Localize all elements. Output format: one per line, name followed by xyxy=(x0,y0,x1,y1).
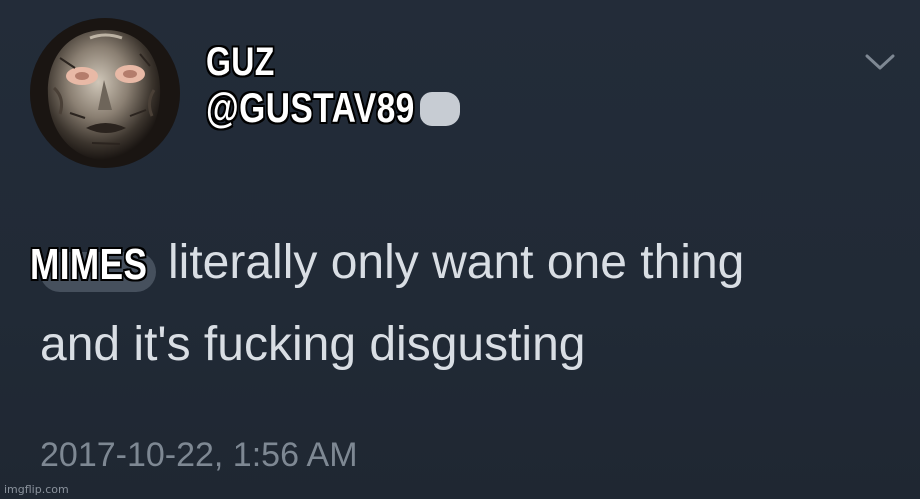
subject-caption: MIMES xyxy=(30,240,148,289)
original-handle-remnant xyxy=(420,92,460,126)
user-handle[interactable]: @GUSTAV89 xyxy=(206,84,415,132)
chevron-down-icon xyxy=(865,54,895,70)
tweet-card: GUZ @GUSTAV89 literally only want one th… xyxy=(0,0,920,499)
display-name[interactable]: GUZ xyxy=(206,40,275,85)
tweet-text-line-2: and it's fucking disgusting xyxy=(40,318,586,371)
tweet-menu-button[interactable] xyxy=(862,48,898,76)
metal-mask-avatar-icon xyxy=(30,18,180,168)
tweet-timestamp[interactable]: 2017-10-22, 1:56 AM xyxy=(40,436,358,475)
watermark: imgflip.com xyxy=(4,483,69,496)
avatar[interactable] xyxy=(30,18,180,168)
tweet-text-line-1: literally only want one thing xyxy=(168,236,745,289)
